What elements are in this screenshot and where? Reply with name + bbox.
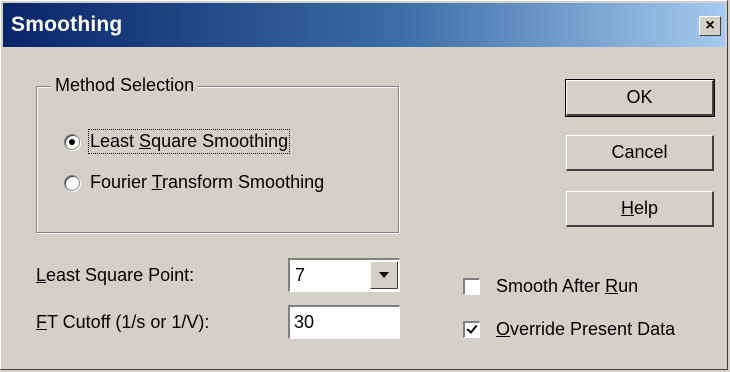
help-button[interactable]: Help bbox=[566, 191, 714, 227]
method-selection-legend: Method Selection bbox=[51, 75, 199, 96]
smoothing-dialog: Smoothing × Method Selection Least Squar… bbox=[0, 0, 728, 370]
title-bar[interactable]: Smoothing × bbox=[3, 3, 725, 47]
ft-cutoff-label: FT Cutoff (1/s or 1/V): bbox=[36, 312, 210, 332]
ok-button[interactable]: OK bbox=[565, 79, 715, 117]
radio-label-fourier-transform: Fourier Transform Smoothing bbox=[90, 172, 325, 192]
least-square-point-select[interactable]: 7 bbox=[288, 258, 400, 292]
radio-label-least-square: Least Square Smoothing bbox=[87, 129, 291, 154]
least-square-point-value: 7 bbox=[295, 265, 306, 285]
dropdown-arrow-icon[interactable] bbox=[370, 261, 398, 289]
checkbox-override-present-data[interactable]: Override Present Data bbox=[463, 319, 675, 340]
radio-button-fourier-transform[interactable] bbox=[64, 174, 80, 191]
checkbox-smooth-after-run[interactable]: Smooth After Run bbox=[463, 276, 638, 297]
checkbox-box-override-present-data[interactable] bbox=[463, 321, 480, 338]
dialog-title: Smoothing bbox=[11, 13, 123, 36]
method-selection-group: Method Selection Least Square Smoothing … bbox=[36, 75, 399, 233]
cancel-button[interactable]: Cancel bbox=[566, 135, 714, 171]
least-square-point-label: Least Square Point: bbox=[36, 265, 195, 285]
ft-cutoff-input[interactable] bbox=[288, 305, 400, 339]
close-icon: × bbox=[705, 17, 715, 34]
checkbox-label-smooth-after-run: Smooth After Run bbox=[496, 276, 639, 296]
radio-fourier-transform-smoothing[interactable]: Fourier Transform Smoothing bbox=[64, 172, 324, 193]
checkbox-label-override-present-data: Override Present Data bbox=[496, 319, 676, 339]
radio-least-square-smoothing[interactable]: Least Square Smoothing bbox=[64, 129, 291, 154]
close-button[interactable]: × bbox=[699, 16, 721, 36]
radio-button-least-square[interactable] bbox=[64, 133, 80, 150]
checkbox-box-smooth-after-run[interactable] bbox=[463, 278, 480, 295]
